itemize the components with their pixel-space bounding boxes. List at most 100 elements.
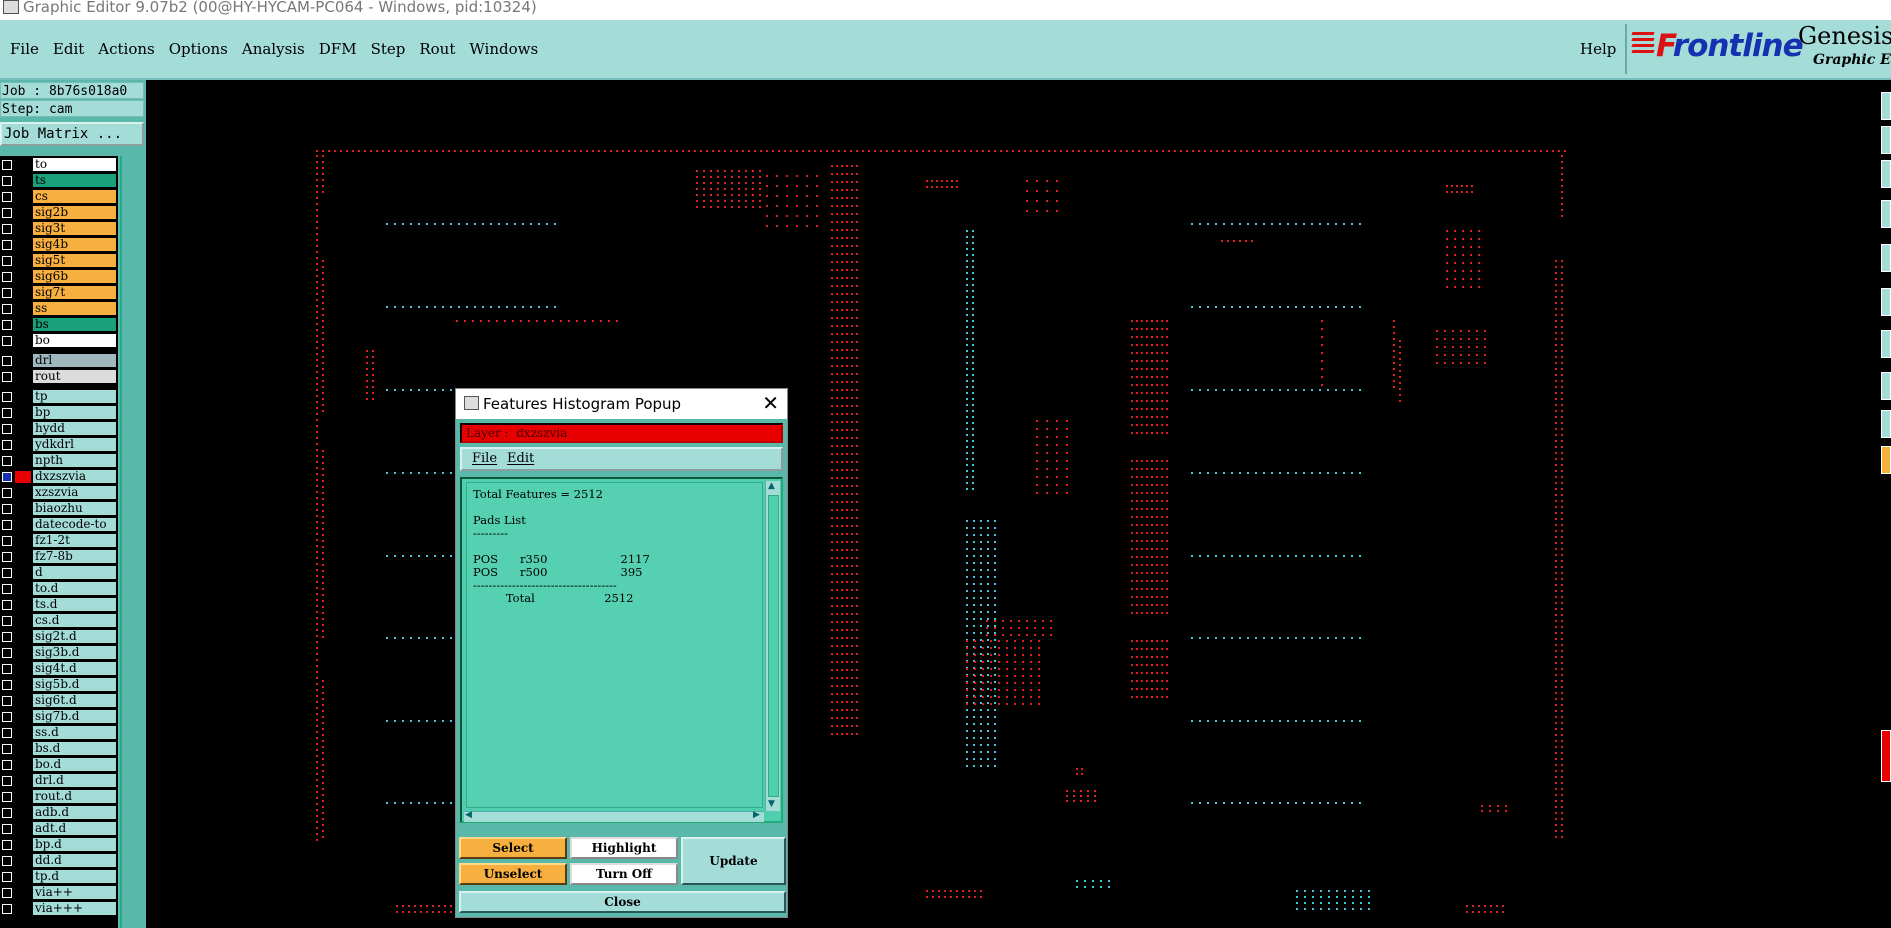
histogram-report[interactable]: Total Features = 2512 Pads List ---------… xyxy=(466,482,763,808)
layer-checkbox[interactable] xyxy=(2,336,12,346)
layer-name[interactable]: npth xyxy=(33,454,116,467)
layer-row[interactable]: npth xyxy=(0,454,118,468)
layer-name[interactable]: sig6t.d xyxy=(33,694,116,707)
layer-checkbox[interactable] xyxy=(2,272,12,282)
layer-checkbox[interactable] xyxy=(2,356,12,366)
layer-name[interactable]: bo xyxy=(33,334,116,347)
layer-color-swatch[interactable] xyxy=(15,191,31,203)
layer-name[interactable]: via++ xyxy=(33,886,116,899)
layer-color-swatch[interactable] xyxy=(15,871,31,883)
layer-row[interactable]: datecode-to xyxy=(0,518,118,532)
layer-row[interactable]: fz7-8b xyxy=(0,550,118,564)
scroll-down-icon[interactable]: ▼ xyxy=(768,799,775,809)
layer-checkbox[interactable] xyxy=(2,304,12,314)
layer-checkbox[interactable] xyxy=(2,872,12,882)
layer-color-swatch[interactable] xyxy=(15,255,31,267)
layer-color-swatch[interactable] xyxy=(15,535,31,547)
menu-rout[interactable]: Rout xyxy=(419,40,455,58)
layer-row[interactable]: adt.d xyxy=(0,822,118,836)
layer-color-swatch[interactable] xyxy=(15,679,31,691)
layer-row[interactable]: ss xyxy=(0,302,118,316)
layer-name[interactable]: fz7-8b xyxy=(33,550,116,563)
menu-step[interactable]: Step xyxy=(371,40,406,58)
layer-color-swatch[interactable] xyxy=(15,487,31,499)
layer-name[interactable]: via+++ xyxy=(33,902,116,915)
layer-name[interactable]: dd.d xyxy=(33,854,116,867)
layer-row[interactable]: via++ xyxy=(0,886,118,900)
layer-name[interactable]: bs xyxy=(33,318,116,331)
layer-checkbox[interactable] xyxy=(2,408,12,418)
layer-name[interactable]: rout xyxy=(33,370,116,383)
update-button[interactable]: Update xyxy=(681,837,786,885)
layer-checkbox[interactable] xyxy=(2,728,12,738)
layer-row[interactable]: via+++ xyxy=(0,902,118,916)
layer-name[interactable]: sig2b xyxy=(33,206,116,219)
layer-color-swatch[interactable] xyxy=(15,223,31,235)
layer-color-swatch[interactable] xyxy=(15,455,31,467)
layer-checkbox[interactable] xyxy=(2,680,12,690)
layer-color-swatch[interactable] xyxy=(15,631,31,643)
layer-name[interactable]: fz1-2t xyxy=(33,534,116,547)
layer-row[interactable]: sig6t.d xyxy=(0,694,118,708)
layer-name[interactable]: tp.d xyxy=(33,870,116,883)
layer-color-swatch[interactable] xyxy=(15,599,31,611)
layer-row[interactable]: sig7b.d xyxy=(0,710,118,724)
popup-menu-edit[interactable]: Edit xyxy=(507,451,534,466)
layer-checkbox[interactable] xyxy=(2,320,12,330)
layer-row[interactable]: dd.d xyxy=(0,854,118,868)
layer-color-swatch[interactable] xyxy=(15,391,31,403)
layer-row[interactable]: bp xyxy=(0,406,118,420)
layer-checkbox[interactable] xyxy=(2,256,12,266)
layer-checkbox[interactable] xyxy=(2,856,12,866)
layer-row[interactable]: sig4b xyxy=(0,238,118,252)
layer-color-swatch[interactable] xyxy=(15,175,31,187)
layer-checkbox[interactable] xyxy=(2,904,12,914)
layer-row[interactable]: hydd xyxy=(0,422,118,436)
layer-checkbox[interactable] xyxy=(2,584,12,594)
layer-row[interactable]: cs.d xyxy=(0,614,118,628)
layer-color-swatch[interactable] xyxy=(15,371,31,383)
layer-color-swatch[interactable] xyxy=(15,271,31,283)
popup-menu-file[interactable]: File xyxy=(472,451,497,466)
layer-row[interactable]: dxzszvia xyxy=(0,470,118,484)
layer-checkbox[interactable] xyxy=(2,208,12,218)
layer-color-swatch[interactable] xyxy=(15,207,31,219)
layer-row[interactable]: sig4t.d xyxy=(0,662,118,676)
layer-name[interactable]: to.d xyxy=(33,582,116,595)
layer-name[interactable]: tp xyxy=(33,390,116,403)
layer-name[interactable]: xzszvia xyxy=(33,486,116,499)
layer-row[interactable]: tp.d xyxy=(0,870,118,884)
layer-row[interactable]: biaozhu xyxy=(0,502,118,516)
layer-color-swatch[interactable] xyxy=(15,335,31,347)
layer-name[interactable]: sig2t.d xyxy=(33,630,116,643)
layer-checkbox[interactable] xyxy=(2,888,12,898)
layer-color-swatch[interactable] xyxy=(15,319,31,331)
layer-color-swatch[interactable] xyxy=(15,791,31,803)
layer-row[interactable]: ss.d xyxy=(0,726,118,740)
layer-color-swatch[interactable] xyxy=(15,711,31,723)
highlight-button[interactable]: Highlight xyxy=(570,837,678,859)
close-button[interactable]: Close xyxy=(459,891,786,913)
layer-row[interactable]: sig6b xyxy=(0,270,118,284)
layer-checkbox[interactable] xyxy=(2,712,12,722)
layer-color-swatch[interactable] xyxy=(15,839,31,851)
layer-color-swatch[interactable] xyxy=(15,407,31,419)
right-tool-button[interactable] xyxy=(1881,244,1891,272)
layer-color-swatch[interactable] xyxy=(15,551,31,563)
layer-checkbox[interactable] xyxy=(2,372,12,382)
layer-color-swatch[interactable] xyxy=(15,471,31,483)
layer-checkbox[interactable] xyxy=(2,288,12,298)
layer-checkbox[interactable] xyxy=(2,824,12,834)
layer-name[interactable]: drl xyxy=(33,354,116,367)
layer-name[interactable]: bp.d xyxy=(33,838,116,851)
layer-name[interactable]: d xyxy=(33,566,116,579)
layer-color-swatch[interactable] xyxy=(15,615,31,627)
scroll-left-icon[interactable]: ◀ xyxy=(465,810,472,820)
layer-checkbox[interactable] xyxy=(2,840,12,850)
layer-name[interactable]: dxzszvia xyxy=(33,470,116,483)
layer-checkbox[interactable] xyxy=(2,488,12,498)
layer-checkbox[interactable] xyxy=(2,776,12,786)
layer-name[interactable]: ss xyxy=(33,302,116,315)
layer-row[interactable]: to.d xyxy=(0,582,118,596)
layer-checkbox[interactable] xyxy=(2,456,12,466)
